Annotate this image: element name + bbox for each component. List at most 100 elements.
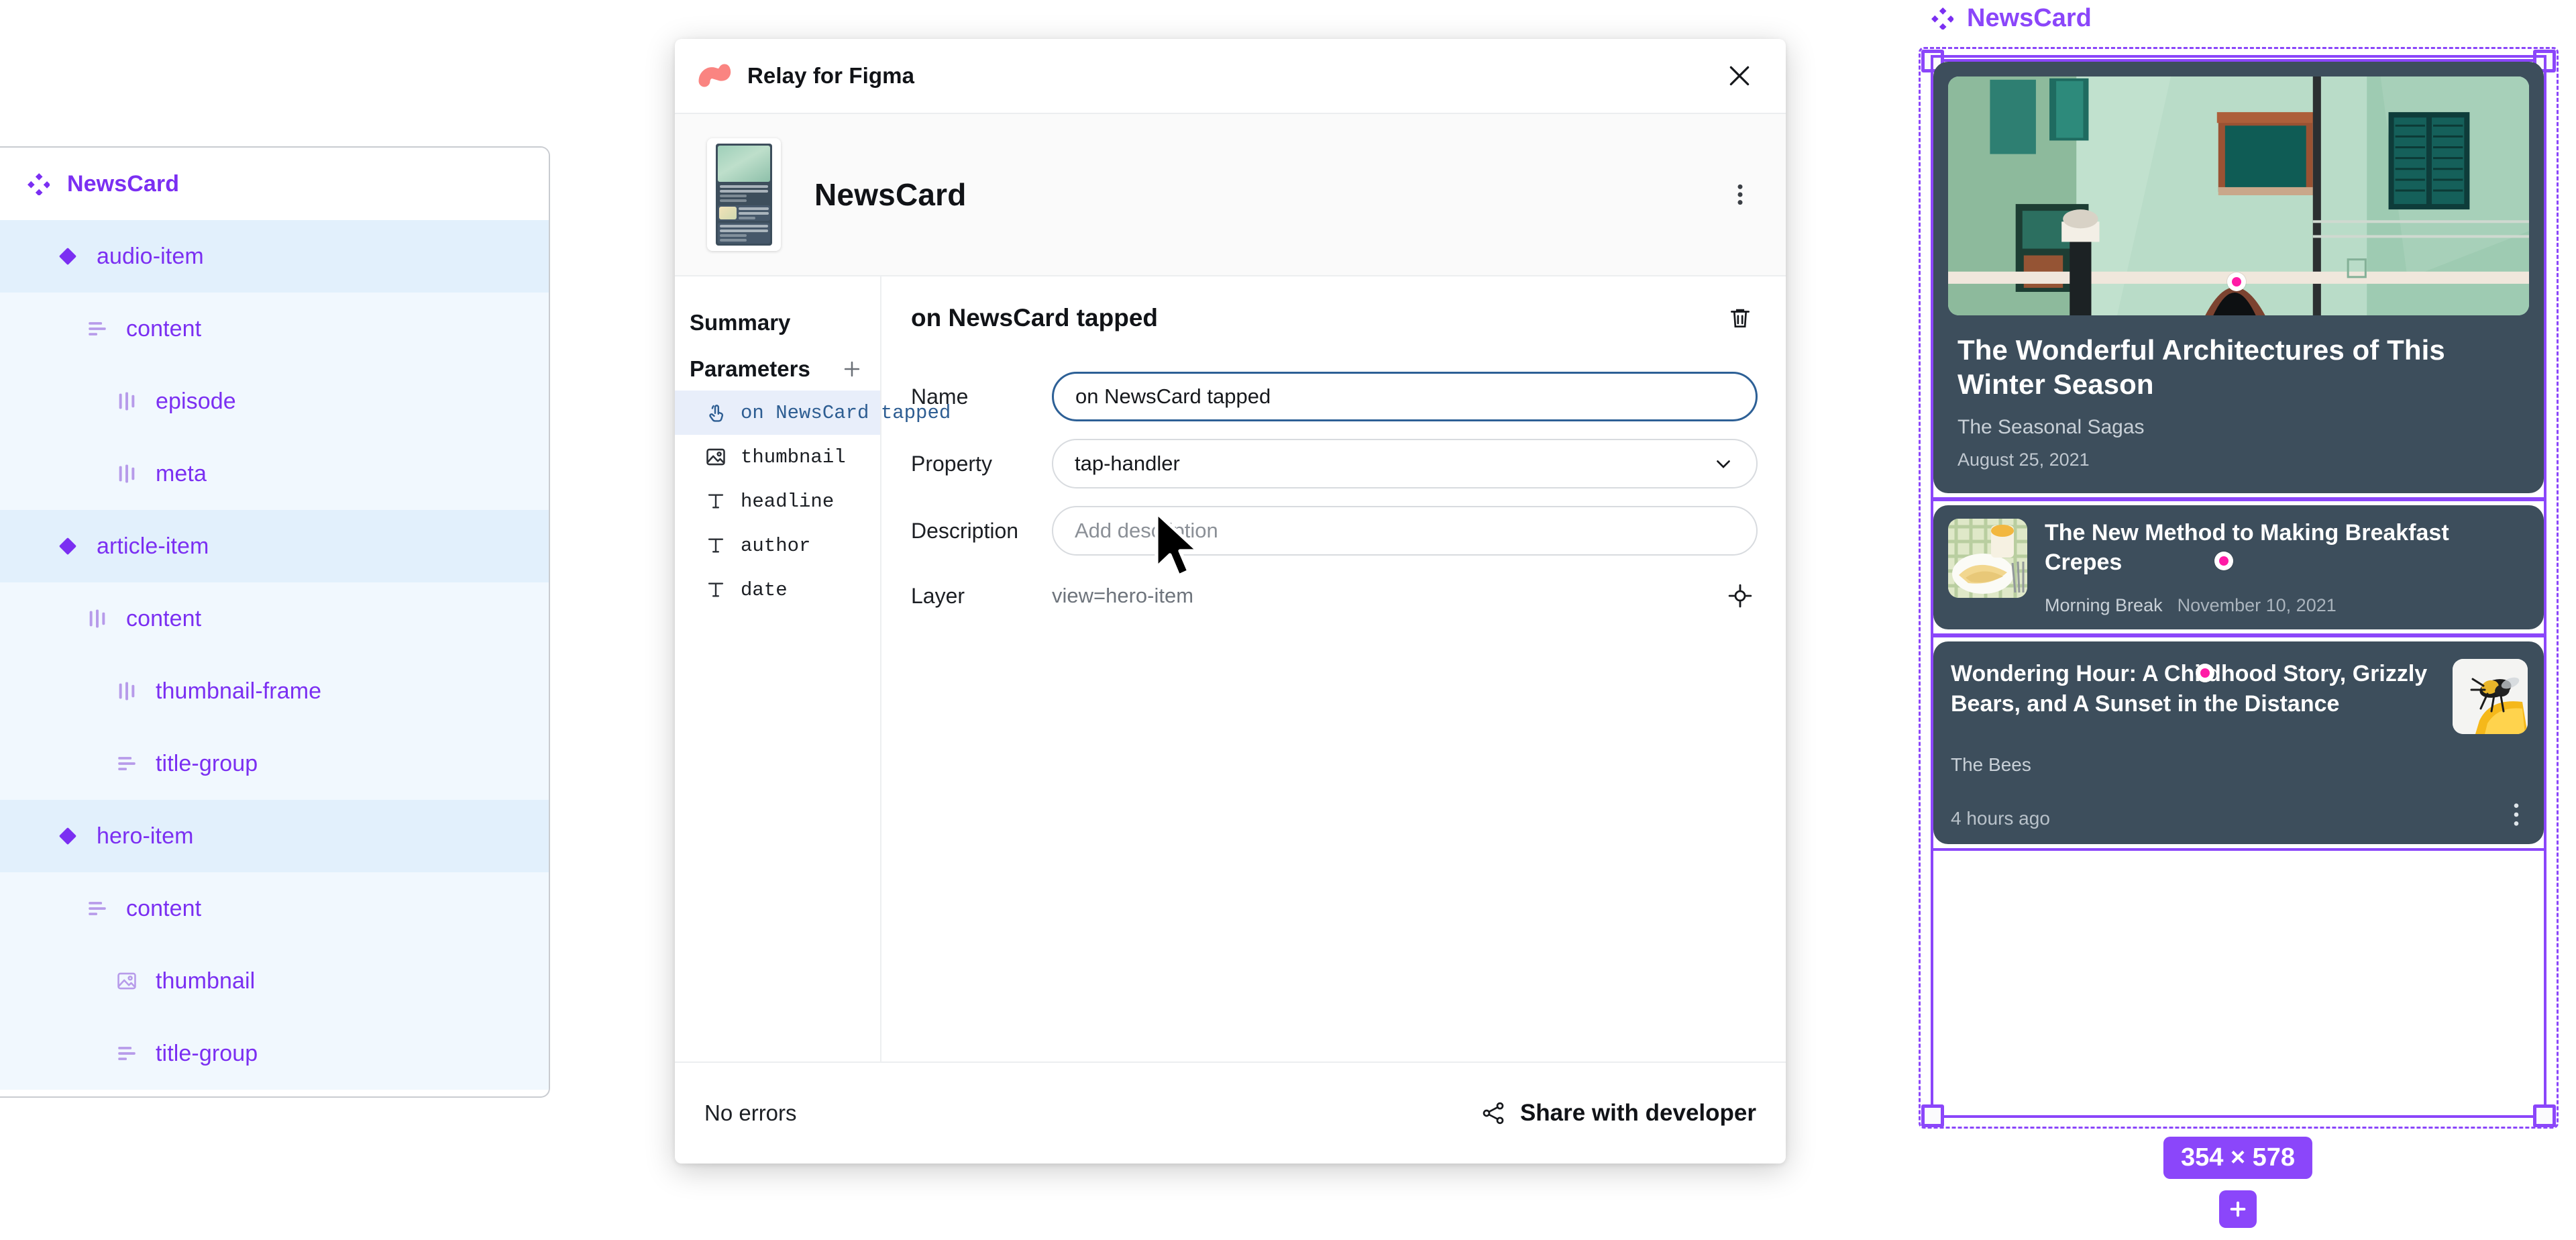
parameters-label: Parameters [690, 356, 810, 381]
parameters-panel: Summary Parameters on NewsCard tapped thu… [675, 276, 951, 1062]
image-icon [115, 970, 138, 992]
description-placeholder: Add description [1075, 519, 1218, 542]
autolayout-vertical-icon [86, 897, 109, 920]
parameter-row-thumbnail[interactable]: thumbnail [675, 435, 880, 479]
layer-row-label: content [126, 315, 202, 342]
parameter-label: thumbnail [741, 446, 846, 468]
parameter-row-on-NewsCard-tapped[interactable]: on NewsCard tapped [675, 391, 951, 435]
autolayout-vertical-icon [86, 317, 109, 340]
layer-field-row: Layer view=hero-item [911, 578, 1758, 613]
layer-label: Layer [911, 583, 965, 608]
autolayout-vertical-icon [115, 1042, 138, 1065]
selection-size-badge: 354 × 578 [2163, 1137, 2313, 1179]
detail-title: on NewsCard tapped [911, 304, 1158, 331]
layer-row-label: meta [156, 460, 207, 486]
layer-row-label: title-group [156, 750, 258, 776]
summary-label[interactable]: Summary [675, 298, 880, 348]
trash-icon[interactable] [1723, 301, 1758, 335]
preview-component-name[interactable]: NewsCard [1900, 0, 2576, 36]
layer-row-NewsCard[interactable]: NewsCard [0, 148, 549, 220]
layer-row-hero-item[interactable]: hero-item [0, 800, 549, 872]
layer-row-article-item[interactable]: article-item [0, 510, 549, 582]
parameter-label: headline [741, 490, 835, 513]
audio-date: 4 hours ago [1951, 807, 2050, 829]
layer-row-label: hero-item [97, 823, 194, 849]
tap-handler-icon [704, 401, 727, 424]
layer-row-thumbnail-frame[interactable]: thumbnail-frame [0, 655, 549, 727]
layer-row-title-group[interactable]: title-group [0, 727, 549, 800]
add-comment-button[interactable] [2219, 1190, 2257, 1228]
dialog-app-title: Relay for Figma [747, 63, 915, 88]
parameter-row-author[interactable]: author [675, 523, 880, 568]
name-input-value: on NewsCard tapped [1075, 384, 1271, 408]
text-icon [704, 490, 727, 513]
component-thumbnail [707, 138, 781, 251]
layer-row-content[interactable]: content [0, 582, 549, 655]
description-field-row: Description Add description [911, 506, 1758, 556]
hero-author: The Seasonal Sagas [1957, 416, 2145, 439]
more-vertical-icon[interactable] [2505, 800, 2528, 829]
audio-author: The Bees [1951, 754, 2031, 775]
layer-row-thumbnail[interactable]: thumbnail [0, 945, 549, 1017]
page-title: NewsCard [814, 177, 967, 212]
audio-thumbnail-image [2453, 658, 2528, 734]
layer-row-content[interactable]: content [0, 872, 549, 945]
autolayout-horizontal-icon [115, 462, 138, 485]
layer-row-content[interactable]: content [0, 293, 549, 365]
layer-tree-panel: NewsCard audio-item content episode meta arti… [0, 146, 550, 1098]
relay-marker-dot [2214, 551, 2233, 570]
article-item-card[interactable]: The New Method to Making Breakfast Crepe… [1931, 499, 2546, 636]
component-set-icon [27, 172, 50, 195]
hero-date: August 25, 2021 [1957, 450, 2090, 470]
parameter-label: author [741, 534, 811, 557]
text-icon [704, 534, 727, 557]
layer-row-label: NewsCard [67, 170, 180, 197]
component-set-icon [1931, 7, 1953, 30]
description-input[interactable]: Add description [1052, 506, 1758, 556]
relay-marker-dot [2226, 272, 2246, 291]
property-select-value: tap-handler [1075, 452, 1180, 475]
dialog-footer: No errors Share with developer [675, 1062, 1786, 1164]
layer-row-label: content [126, 895, 202, 921]
resize-handle-bottom-left[interactable] [1921, 1104, 1944, 1127]
layer-row-label: thumbnail-frame [156, 678, 322, 704]
newscard-preview: The Wonderful Architectures of This Wint… [1931, 55, 2546, 851]
layer-row-label: article-item [97, 533, 209, 559]
autolayout-horizontal-icon [115, 680, 138, 703]
property-select[interactable]: tap-handler [1052, 439, 1758, 488]
image-icon [704, 446, 727, 468]
hero-item-card[interactable]: The Wonderful Architectures of This Wint… [1931, 55, 2546, 501]
preview-component-label: NewsCard [1967, 3, 2092, 32]
article-author: Morning Break [2045, 595, 2163, 615]
relay-marker-dot [2196, 663, 2215, 682]
layer-row-episode[interactable]: episode [0, 365, 549, 437]
component-icon [56, 825, 79, 847]
layer-row-label: title-group [156, 1040, 258, 1066]
name-label: Name [911, 384, 969, 409]
resize-handle-bottom-right[interactable] [2533, 1104, 2556, 1127]
parameters-header: Parameters [675, 348, 880, 391]
detail-header: on NewsCard tapped [911, 301, 1758, 335]
layer-row-label: content [126, 605, 202, 631]
relay-plugin-dialog: Relay for Figma NewsCard Summary Paramet… [675, 39, 1786, 1164]
parameter-row-headline[interactable]: headline [675, 479, 880, 523]
parameter-row-date[interactable]: date [675, 568, 880, 612]
layer-row-audio-item[interactable]: audio-item [0, 220, 549, 293]
plus-icon[interactable] [837, 354, 867, 384]
article-date: November 10, 2021 [2177, 595, 2337, 615]
layer-row-label: thumbnail [156, 968, 256, 994]
share-label: Share with developer [1519, 1100, 1756, 1126]
target-icon[interactable] [1723, 578, 1758, 613]
layer-row-meta[interactable]: meta [0, 437, 549, 510]
close-icon[interactable] [1720, 56, 1759, 95]
share-with-developer-button[interactable]: Share with developer [1480, 1100, 1756, 1127]
chevron-down-icon [1712, 452, 1735, 475]
status-badge: No errors [704, 1100, 797, 1125]
audio-item-card[interactable]: Wondering Hour: A Childhood Story, Grizz… [1931, 634, 2546, 851]
more-vertical-icon[interactable] [1721, 176, 1759, 213]
layer-row-title-group[interactable]: title-group [0, 1017, 549, 1090]
dialog-titlebar: Relay for Figma [675, 39, 1786, 114]
figma-preview-area: NewsCard The Wonderful Architectures of … [1900, 0, 2576, 1240]
component-icon [56, 535, 79, 558]
name-input[interactable]: on NewsCard tapped [1052, 372, 1758, 421]
